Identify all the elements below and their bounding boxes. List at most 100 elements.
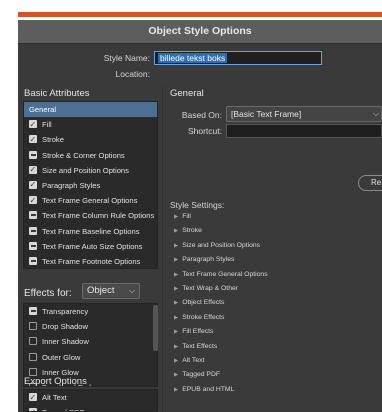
style-setting-alt-text[interactable]: ▶ Alt Text: [174, 357, 204, 364]
checkbox[interactable]: [29, 117, 37, 132]
style-setting-label: Stroke Effects: [182, 313, 225, 321]
style-setting-label: Object Effects: [182, 299, 225, 307]
disclosure-triangle-icon[interactable]: ▶: [174, 344, 178, 350]
list-item-label: Paragraph Styles: [42, 180, 101, 190]
list-item-label: Drop Shadow: [42, 322, 89, 332]
style-setting-paragraph-styles[interactable]: ▶ Paragraph Styles: [174, 256, 234, 263]
style-setting-fill-effects[interactable]: ▶ Fill Effects: [174, 328, 213, 335]
style-setting-text-frame-general-options[interactable]: ▶ Text Frame General Options: [174, 271, 268, 278]
list-item-paragraph-styles[interactable]: Paragraph Styles: [24, 177, 157, 193]
checkbox[interactable]: [29, 211, 37, 220]
checkbox[interactable]: [29, 352, 37, 361]
list-item-tagged-pdf[interactable]: Tagged PDF: [24, 405, 157, 411]
window-top-strip: [0, 0, 382, 12]
disclosure-triangle-icon[interactable]: ▶: [174, 243, 178, 249]
style-setting-label: Text Effects: [182, 342, 218, 350]
disclosure-triangle-icon[interactable]: ▶: [174, 228, 178, 234]
checkbox[interactable]: [29, 307, 37, 315]
effects-scrollbar[interactable]: [153, 305, 158, 351]
list-item-label: Text Frame Baseline Options: [42, 226, 140, 236]
basic-attributes-heading: Basic Attributes: [24, 88, 90, 99]
disclosure-triangle-icon[interactable]: ▶: [174, 387, 178, 393]
style-setting-stroke-effects[interactable]: ▶ Stroke Effects: [174, 314, 224, 321]
style-settings-heading: Style Settings:: [170, 200, 225, 210]
list-item-label: Text Frame Column Rule Options: [42, 211, 155, 221]
list-item-text-frame-baseline-options[interactable]: Text Frame Baseline Options: [24, 224, 157, 239]
style-setting-label: Alt Text: [182, 357, 205, 364]
disclosure-triangle-icon[interactable]: ▶: [174, 286, 178, 292]
window-accent-bar: [18, 12, 382, 17]
style-setting-tagged-pdf[interactable]: ▶ Tagged PDF: [174, 371, 220, 378]
dialog-title: Object Style Options: [18, 20, 382, 44]
checkbox[interactable]: [29, 226, 37, 235]
effects-for-label: Effects for:: [24, 288, 72, 299]
list-item-alt-text[interactable]: Alt Text: [24, 390, 157, 405]
list-item-label: Stroke & Corner Options: [42, 150, 125, 160]
style-setting-label: Text Frame General Options: [182, 270, 268, 278]
style-setting-label: EPUB and HTML: [182, 385, 235, 393]
checkbox[interactable]: [29, 256, 37, 265]
list-item-label: Outer Glow: [42, 352, 81, 362]
list-item-transparency[interactable]: Transparency: [24, 304, 157, 319]
disclosure-triangle-icon[interactable]: ▶: [174, 329, 178, 335]
list-item-inner-shadow[interactable]: Inner Shadow: [24, 334, 157, 349]
disclosure-triangle-icon[interactable]: ▶: [174, 315, 178, 321]
based-on-value: [Basic Text Frame]: [231, 109, 302, 119]
checkbox[interactable]: [29, 405, 37, 411]
list-item-text-frame-general-options[interactable]: Text Frame General Options: [24, 193, 157, 208]
checkbox[interactable]: [29, 241, 37, 250]
checkbox[interactable]: [29, 337, 37, 346]
style-setting-epub-and-html[interactable]: ▶ EPUB and HTML: [174, 386, 234, 393]
list-item-text-frame-auto-size-options[interactable]: Text Frame Auto Size Options: [24, 239, 157, 254]
disclosure-triangle-icon[interactable]: ▶: [174, 214, 178, 220]
list-item-fill[interactable]: Fill: [24, 117, 157, 132]
disclosure-triangle-icon[interactable]: ▶: [174, 272, 178, 278]
checkbox[interactable]: [29, 132, 37, 147]
list-item-label: Inner Shadow: [42, 337, 89, 347]
list-item-label: Tagged PDF: [42, 408, 84, 411]
list-item-label: General: [29, 105, 57, 114]
list-item-label: Transparency: [42, 307, 89, 316]
export-options-heading: Export Options: [24, 376, 87, 387]
list-item-size-and-position-options[interactable]: Size and Position Options: [24, 162, 157, 178]
disclosure-triangle-icon[interactable]: ▶: [174, 300, 178, 306]
disclosure-triangle-icon[interactable]: ▶: [174, 358, 178, 364]
style-setting-size-and-position-options[interactable]: ▶ Size and Position Options: [174, 242, 260, 249]
checkbox[interactable]: [29, 150, 37, 159]
list-item-drop-shadow[interactable]: Drop Shadow: [24, 319, 157, 334]
list-item-label: Text Frame Footnote Options: [42, 256, 141, 266]
style-setting-fill[interactable]: ▶ Fill: [174, 213, 191, 220]
effects-list: Transparency Drop Shadow Inner Shadow Outer…: [23, 303, 158, 387]
object-style-options-dialog: Object Style Options Style Name: billede…: [18, 20, 382, 412]
export-options-list: Alt Text Tagged PDF: [23, 389, 158, 412]
style-setting-label: Fill: [182, 213, 191, 220]
list-item-stroke[interactable]: Stroke: [24, 132, 157, 147]
style-name-label: Style Name:: [103, 53, 150, 63]
checkbox[interactable]: [29, 390, 37, 405]
style-setting-stroke[interactable]: ▶ Stroke: [174, 227, 202, 234]
checkbox[interactable]: [29, 177, 37, 193]
list-item-general[interactable]: General: [24, 102, 157, 118]
checkbox[interactable]: [29, 193, 37, 208]
checkbox[interactable]: [29, 322, 37, 331]
list-item-outer-glow[interactable]: Outer Glow: [24, 350, 157, 365]
disclosure-triangle-icon[interactable]: ▶: [174, 372, 178, 378]
list-item-text-frame-footnote-options[interactable]: Text Frame Footnote Options: [24, 254, 157, 268]
based-on-dropdown[interactable]: [Basic Text Frame] ⌵: [226, 106, 382, 122]
style-name-value: billede tekst boks: [158, 53, 228, 63]
shortcut-field[interactable]: [226, 124, 382, 138]
list-item-text-frame-column-rule-options[interactable]: Text Frame Column Rule Options: [24, 208, 157, 223]
list-item-label: Stroke: [42, 135, 64, 145]
list-item-stroke-and-corner-options[interactable]: Stroke & Corner Options: [24, 148, 157, 163]
disclosure-triangle-icon[interactable]: ▶: [174, 257, 178, 263]
reset-to-base-button[interactable]: Re: [358, 175, 382, 191]
list-item-label: Size and Position Options: [42, 165, 129, 175]
checkbox[interactable]: [29, 162, 37, 177]
style-setting-text-wrap-and-other[interactable]: ▶ Text Wrap & Other: [174, 285, 238, 292]
chevron-down-icon: ⌵: [372, 109, 379, 118]
style-setting-object-effects[interactable]: ▶ Object Effects: [174, 299, 224, 306]
checkbox[interactable]: [29, 367, 37, 376]
style-setting-text-effects[interactable]: ▶ Text Effects: [174, 343, 217, 350]
effects-for-dropdown[interactable]: Object ⌵: [82, 283, 140, 299]
style-name-field[interactable]: billede tekst boks: [154, 51, 322, 65]
